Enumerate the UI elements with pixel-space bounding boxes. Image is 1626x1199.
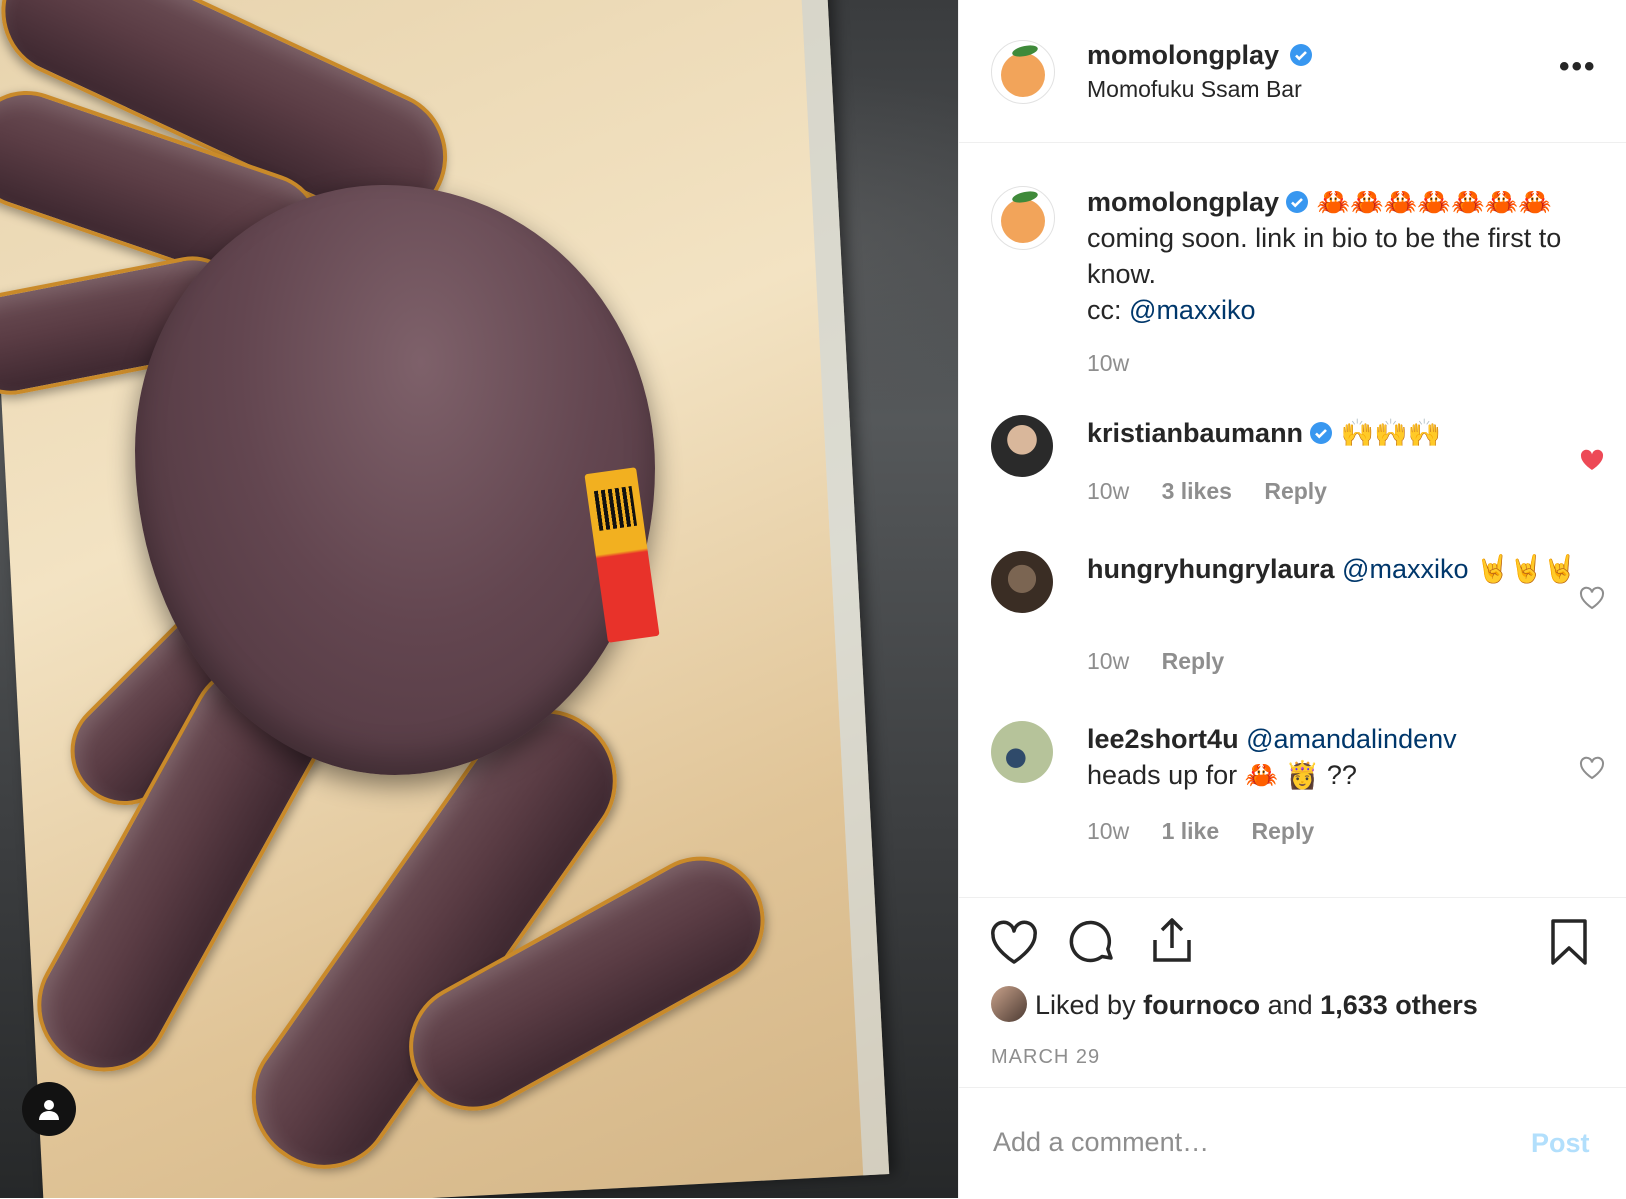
comment-meta: 10w 1 like Reply — [1087, 818, 1314, 845]
caption-text: coming soon. link in bio to be the first… — [1087, 223, 1562, 289]
comment-text: heads up for 🦀 👸 ?? — [1087, 760, 1357, 790]
author-name-row: momolongplay — [1087, 40, 1313, 71]
comment-icon[interactable] — [1069, 918, 1117, 966]
comment-avatar[interactable] — [991, 415, 1053, 477]
verified-badge-icon — [1286, 191, 1309, 213]
add-comment-input[interactable] — [991, 1116, 1505, 1168]
reply-button[interactable]: Reply — [1162, 648, 1225, 674]
reply-button[interactable]: Reply — [1252, 818, 1315, 844]
caption-avatar[interactable] — [991, 186, 1055, 250]
post-actions: Liked by fournoco and 1,633 others MARCH… — [959, 897, 1626, 1088]
verified-badge-icon — [1310, 422, 1333, 444]
person-icon — [39, 1100, 59, 1120]
liked-by-row: Liked by fournoco and 1,633 others — [991, 986, 1478, 1022]
comment-username[interactable]: kristianbaumann — [1087, 418, 1303, 448]
comment: hungryhungrylaura @maxxiko 🤘🤘🤘 — [1087, 551, 1587, 587]
more-options-button[interactable]: ••• — [1559, 50, 1597, 84]
comment-text: 🤘🤘🤘 — [1476, 554, 1577, 584]
location-link[interactable]: Momofuku Ssam Bar — [1087, 76, 1302, 103]
post-comment-button[interactable]: Post — [1531, 1128, 1590, 1159]
caption-emoji: 🦀🦀🦀🦀🦀🦀🦀 — [1316, 187, 1552, 217]
share-icon[interactable] — [1149, 916, 1195, 966]
caption: momolongplay 🦀🦀🦀🦀🦀🦀🦀 coming soon. link i… — [1087, 184, 1587, 328]
comment-likes[interactable]: 1 like — [1162, 818, 1220, 844]
comment-avatar[interactable] — [991, 551, 1053, 613]
comment-mention[interactable]: @maxxiko — [1342, 554, 1468, 584]
comment-text: 🙌🙌🙌 — [1340, 418, 1442, 448]
caption-mention[interactable]: @maxxiko — [1129, 295, 1255, 325]
liked-by-user[interactable]: fournoco — [1143, 990, 1260, 1020]
verified-badge-icon — [1290, 44, 1313, 66]
comment: lee2short4u @amandalindenv heads up for … — [1087, 721, 1587, 793]
comment-time: 10w — [1087, 818, 1130, 844]
author-avatar[interactable] — [991, 40, 1055, 104]
post-photo[interactable] — [0, 0, 958, 1198]
comment-heart-icon[interactable] — [1579, 586, 1605, 610]
bookmark-icon[interactable] — [1549, 918, 1589, 966]
comment-meta: 10w Reply — [1087, 648, 1224, 675]
comment-username[interactable]: hungryhungrylaura — [1087, 554, 1335, 584]
comment-mention[interactable]: @amandalindenv — [1246, 724, 1457, 754]
comment-avatar[interactable] — [991, 721, 1053, 783]
liked-by-joiner: and — [1267, 990, 1313, 1020]
comment-likes[interactable]: 3 likes — [1162, 478, 1232, 504]
comment-heart-icon[interactable] — [1579, 756, 1605, 780]
post-sidebar: momolongplay Momofuku Ssam Bar ••• momol… — [958, 0, 1626, 1198]
comment-composer: Post — [959, 1087, 1626, 1199]
comment: kristianbaumann 🙌🙌🙌 — [1087, 415, 1587, 451]
liked-by-avatar[interactable] — [991, 986, 1027, 1022]
comment-meta: 10w 3 likes Reply — [1087, 478, 1327, 505]
caption-time: 10w — [1087, 350, 1130, 376]
liked-by-prefix: Liked by — [1035, 990, 1136, 1020]
author-username[interactable]: momolongplay — [1087, 40, 1279, 70]
heart-icon[interactable] — [989, 920, 1039, 966]
post-date: MARCH 29 — [991, 1046, 1101, 1068]
user-tag-button[interactable] — [22, 1082, 76, 1136]
reply-button[interactable]: Reply — [1264, 478, 1327, 504]
comment-liked-heart-icon[interactable] — [1579, 448, 1605, 472]
caption-cc-label: cc: — [1087, 295, 1122, 325]
caption-username[interactable]: momolongplay — [1087, 187, 1279, 217]
comment-username[interactable]: lee2short4u — [1087, 724, 1239, 754]
post-header: momolongplay Momofuku Ssam Bar ••• — [959, 0, 1626, 143]
likes-count[interactable]: 1,633 others — [1320, 990, 1478, 1020]
comment-time: 10w — [1087, 478, 1130, 504]
comment-time: 10w — [1087, 648, 1130, 674]
